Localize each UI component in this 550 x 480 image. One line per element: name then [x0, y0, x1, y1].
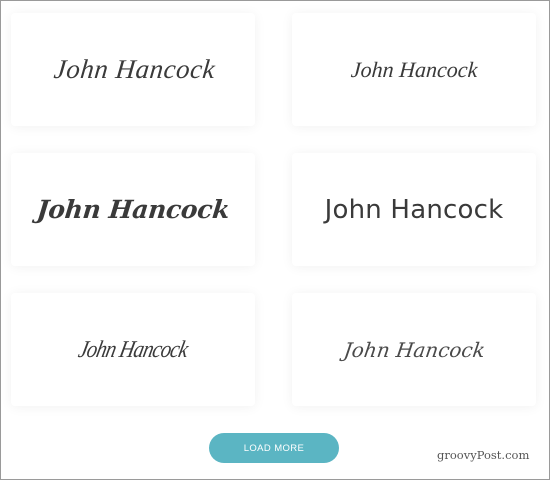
signature-picker-frame: John Hancock John Hancock John Hancock J… [0, 0, 550, 480]
signature-grid: John Hancock John Hancock John Hancock J… [1, 1, 549, 421]
signature-card[interactable]: John Hancock [292, 293, 536, 406]
signature-card[interactable]: John Hancock [292, 13, 536, 126]
signature-card[interactable]: John Hancock [11, 293, 255, 406]
signature-text: John Hancock [52, 54, 218, 84]
signature-text: John Hancock [349, 56, 479, 82]
signature-text: John Hancock [324, 194, 504, 225]
signature-card[interactable]: John Hancock [11, 13, 255, 126]
signature-text: John Hancock [76, 336, 190, 363]
signature-card[interactable]: John Hancock [11, 153, 255, 266]
signature-card[interactable]: John Hancock [292, 153, 536, 266]
watermark: groovyPost.com [437, 448, 530, 462]
signature-text: John Hancock [35, 195, 231, 224]
load-more-button[interactable]: LOAD MORE [209, 433, 339, 463]
signature-text: John Hancock [341, 337, 487, 362]
